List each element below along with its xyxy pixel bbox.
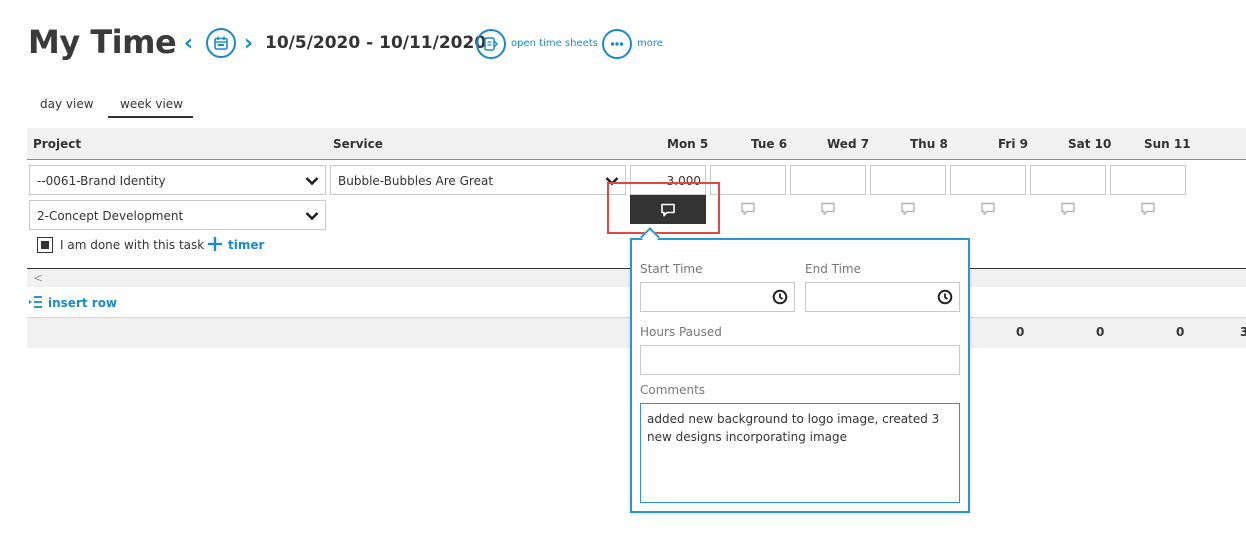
column-header-thu: Thu 8 xyxy=(910,137,948,151)
service-select-value: Bubble-Bubbles Are Great xyxy=(338,174,494,188)
hours-input-tue[interactable] xyxy=(710,165,786,195)
clock-icon[interactable] xyxy=(772,289,788,305)
timesheet-icon xyxy=(484,37,499,51)
service-select[interactable]: Bubble-Bubbles Are Great xyxy=(330,165,626,195)
next-week-button[interactable]: › xyxy=(244,32,260,56)
comment-button-mon[interactable] xyxy=(630,195,706,224)
task-select-value: 2-Concept Development xyxy=(37,209,184,223)
insert-row-link[interactable]: insert row xyxy=(48,296,117,310)
hours-input-fri[interactable] xyxy=(950,165,1026,195)
date-range: 10/5/2020 - 10/11/2020 xyxy=(265,33,487,53)
column-header-project: Project xyxy=(33,137,82,151)
grid-header xyxy=(27,128,1246,160)
column-header-mon: Mon 5 xyxy=(667,137,709,151)
start-time-label: Start Time xyxy=(640,262,703,276)
hours-input-thu[interactable] xyxy=(870,165,946,195)
project-select[interactable]: --0061-Brand Identity xyxy=(29,165,326,195)
comment-icon[interactable] xyxy=(900,202,916,216)
chevron-down-icon xyxy=(605,177,619,186)
active-tab-indicator xyxy=(108,116,193,118)
clock-icon[interactable] xyxy=(937,289,953,305)
hours-input-sat[interactable] xyxy=(1030,165,1106,195)
hours-input-wed[interactable] xyxy=(790,165,866,195)
comment-icon[interactable] xyxy=(980,202,996,216)
total-sat: 0 xyxy=(1096,325,1105,339)
task-done-label: I am done with this task xyxy=(60,238,205,252)
tab-day-view[interactable]: day view xyxy=(40,96,94,112)
open-time-sheets-link[interactable]: open time sheets xyxy=(511,37,598,51)
hours-input-mon[interactable]: 3.000 xyxy=(630,165,706,195)
comment-icon[interactable] xyxy=(740,202,756,216)
column-header-sun: Sun 11 xyxy=(1144,137,1191,151)
comment-icon[interactable] xyxy=(820,202,836,216)
calendar-button[interactable] xyxy=(206,28,236,58)
hours-paused-label: Hours Paused xyxy=(640,325,722,339)
total-sun: 0 xyxy=(1176,325,1185,339)
column-header-fri: Fri 9 xyxy=(998,137,1028,151)
comment-icon xyxy=(661,203,675,217)
calendar-icon xyxy=(214,36,228,50)
task-select[interactable]: 2-Concept Development xyxy=(29,200,326,230)
previous-week-button[interactable]: ‹ xyxy=(184,32,200,56)
open-time-sheets-button[interactable] xyxy=(476,29,506,59)
column-header-wed: Wed 7 xyxy=(827,137,870,151)
add-timer-link[interactable]: timer xyxy=(228,238,264,252)
chevron-down-icon xyxy=(305,177,319,186)
insert-row-icon[interactable] xyxy=(28,295,43,309)
column-header-tue: Tue 6 xyxy=(751,137,788,151)
hours-input-sun[interactable] xyxy=(1110,165,1186,195)
comments-label: Comments xyxy=(640,383,706,397)
total-week: 3 xyxy=(1240,325,1246,339)
total-fri: 0 xyxy=(1016,325,1025,339)
chevron-down-icon xyxy=(305,212,319,221)
scroll-left-arrow[interactable]: < xyxy=(33,270,43,286)
more-link[interactable]: more xyxy=(637,37,663,51)
comment-icon[interactable] xyxy=(1140,202,1156,216)
more-icon xyxy=(610,42,624,46)
task-done-checkbox[interactable] xyxy=(37,237,53,253)
comment-icon[interactable] xyxy=(1060,202,1076,216)
end-time-label: End Time xyxy=(805,262,861,276)
column-header-service: Service xyxy=(333,137,383,151)
hours-paused-input[interactable] xyxy=(640,345,960,375)
column-header-sat: Sat 10 xyxy=(1068,137,1112,151)
more-button[interactable] xyxy=(602,29,632,59)
comments-textarea[interactable]: added new background to logo image, crea… xyxy=(640,403,960,503)
project-select-value: --0061-Brand Identity xyxy=(37,174,166,188)
plus-icon[interactable] xyxy=(207,236,223,252)
page-title: My Time xyxy=(28,23,177,61)
tab-week-view[interactable]: week view xyxy=(120,96,183,112)
